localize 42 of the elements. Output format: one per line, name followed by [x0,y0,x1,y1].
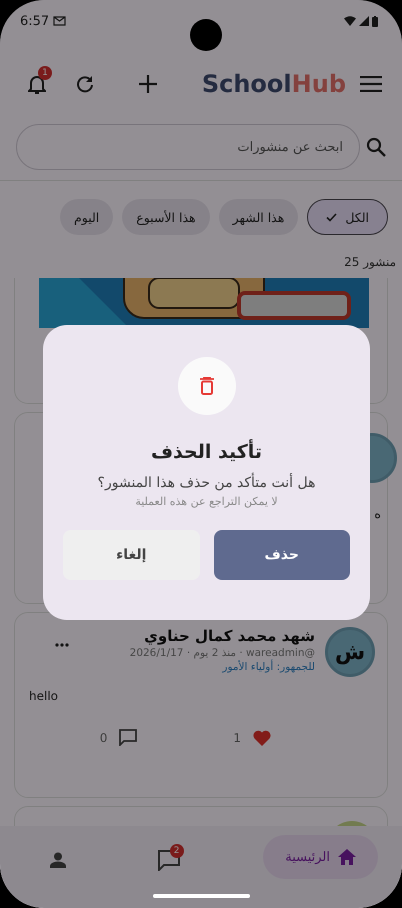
person-icon [50,852,66,868]
filter-chip[interactable]: اليوم [60,199,114,235]
camera-hole [190,19,222,51]
nav-item[interactable]: 2 [150,840,188,874]
search-icon[interactable] [366,137,386,157]
battery-icon [372,16,378,26]
app-logo: SchoolHub [202,70,346,98]
dialog-title: تأكيد الحذف [150,441,262,463]
filter-chip[interactable]: الكل [307,199,388,235]
nav-item[interactable]: الرئيسية [263,835,378,879]
filter-chip[interactable]: هذا الشهر [218,199,298,235]
trash-icon [200,377,214,395]
dialog-message: هل أنت متأكد من حذف هذا المنشور؟ [98,475,316,491]
refresh-icon[interactable] [76,75,94,93]
mail-icon [53,16,66,26]
author-name: شهد محمد كمال حناوي [143,627,315,645]
delete-button[interactable]: حذف [214,530,350,580]
heart-icon[interactable] [253,730,271,746]
more-icon[interactable] [55,643,69,647]
notification-badge: 1 [38,66,52,80]
check-icon [326,212,338,222]
message-badge: 2 [170,844,184,858]
status-time: 6:57 [20,14,50,28]
dialog-note: لا يمكن التراجع عن هذه العملية [135,495,278,508]
menu-icon[interactable] [360,76,382,92]
cancel-button[interactable]: إلغاء [63,530,200,580]
filter-chip[interactable]: هذا الأسبوع [122,199,210,235]
post-count: منشور 25 [343,254,397,271]
bell-icon[interactable] [28,74,46,94]
wifi-icon [344,16,356,26]
like-count: 1 [233,730,241,744]
search-field[interactable]: ابحث عن منشورات [16,124,360,170]
avatar: ش [325,627,375,677]
post-text: ه [374,507,381,522]
comment-count: 0 [100,730,108,744]
post-text: hello [29,689,59,703]
comment-icon[interactable] [119,729,138,746]
add-icon[interactable] [138,74,158,94]
signal-icon [359,16,369,26]
post-meta: @wareadmin · منذ 2 يوم · 2026/1/17 [130,647,315,659]
home-icon [338,849,356,865]
audience-label: للجمهور: أولياء الأمور [221,661,315,673]
